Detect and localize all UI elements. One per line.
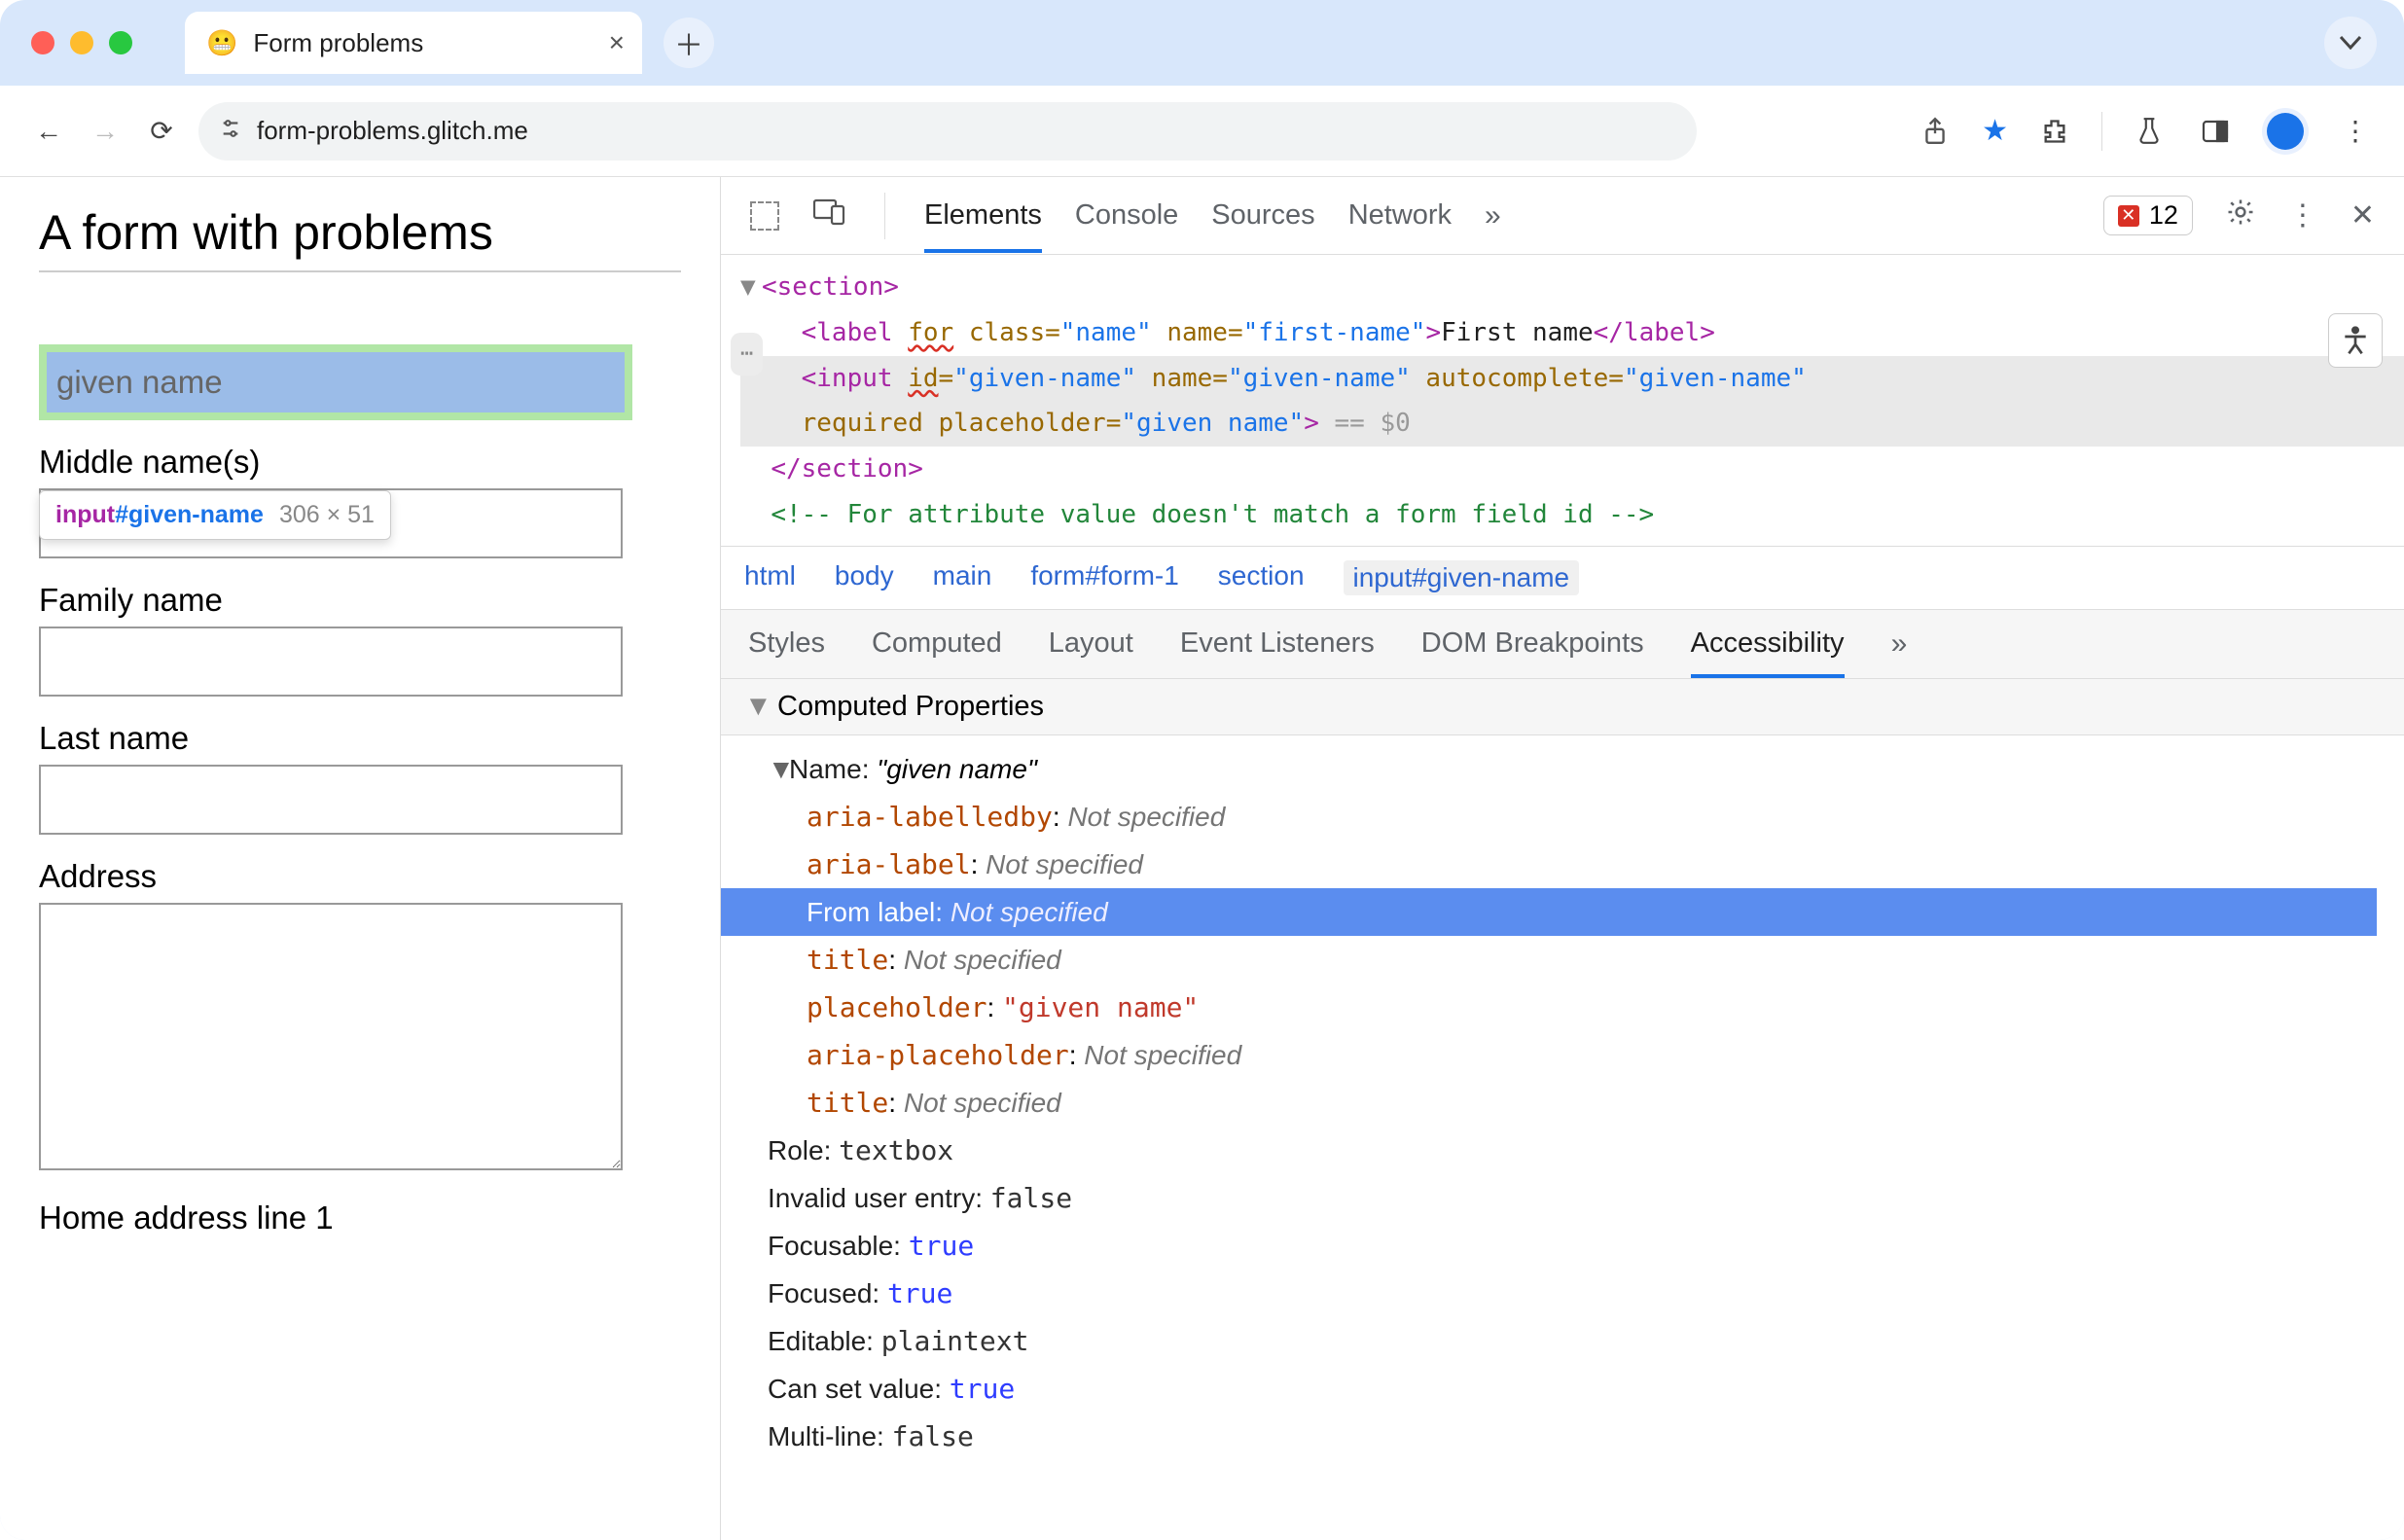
- devtools-tab-bar: Elements Console Sources Network » ✕ 12 …: [721, 177, 2404, 255]
- tab-title: Form problems: [253, 28, 423, 58]
- browser-toolbar: ← → ⟳ form-problems.glitch.me ★: [0, 86, 2404, 177]
- back-icon[interactable]: ←: [29, 112, 68, 151]
- subtab-computed[interactable]: Computed: [872, 627, 1002, 661]
- reload-icon[interactable]: ⟳: [142, 112, 181, 151]
- crumb-html[interactable]: html: [744, 560, 796, 595]
- dom-tree[interactable]: ⋯ ▼<section> <label for class="name" nam…: [721, 255, 2404, 546]
- close-window-icon[interactable]: [31, 31, 54, 54]
- tabs-menu-icon[interactable]: [2324, 17, 2377, 69]
- inspector-tooltip: input#given-name 306 × 51: [39, 490, 391, 540]
- crumb-body[interactable]: body: [835, 560, 894, 595]
- close-tab-icon[interactable]: ×: [609, 27, 625, 58]
- labs-icon[interactable]: [2130, 112, 2169, 151]
- profile-avatar[interactable]: [2262, 108, 2309, 155]
- subtabs-overflow-icon[interactable]: »: [1891, 627, 1908, 661]
- minimize-window-icon[interactable]: [70, 31, 93, 54]
- subtab-layout[interactable]: Layout: [1049, 627, 1133, 661]
- crumb-input[interactable]: input#given-name: [1344, 560, 1580, 595]
- computed-properties-header[interactable]: ▼Computed Properties: [721, 679, 2404, 735]
- subtab-styles[interactable]: Styles: [748, 627, 825, 661]
- crumb-main[interactable]: main: [933, 560, 992, 595]
- last-name-input[interactable]: [39, 765, 623, 835]
- subtab-listeners[interactable]: Event Listeners: [1180, 627, 1375, 661]
- label-middle-name: Middle name(s): [39, 444, 681, 481]
- forward-icon: →: [86, 112, 125, 151]
- crumb-form[interactable]: form#form-1: [1030, 560, 1178, 595]
- separator: [2101, 112, 2102, 151]
- tab-sources[interactable]: Sources: [1211, 199, 1314, 232]
- error-icon: ✕: [2118, 205, 2139, 227]
- family-name-input[interactable]: [39, 627, 623, 697]
- tab-favicon-icon: 😬: [206, 28, 237, 58]
- page-title: A form with problems: [39, 204, 681, 272]
- bookmark-icon[interactable]: ★: [1982, 114, 2008, 148]
- share-icon[interactable]: [1916, 112, 1955, 151]
- kebab-menu-icon[interactable]: ⋮: [2336, 112, 2375, 151]
- crumb-section[interactable]: section: [1218, 560, 1305, 595]
- url-text: form-problems.glitch.me: [257, 116, 528, 146]
- traffic-lights: [31, 31, 132, 54]
- accessibility-button-icon[interactable]: [2328, 313, 2383, 368]
- new-tab-button[interactable]: ＋: [664, 18, 714, 68]
- accessibility-properties: ▼Name: "given name" aria-labelledby: Not…: [721, 735, 2404, 1480]
- tabs-overflow-icon[interactable]: »: [1485, 199, 1501, 233]
- dom-breadcrumb[interactable]: html body main form#form-1 section input…: [721, 546, 2404, 609]
- devtools-menu-icon[interactable]: ⋮: [2288, 198, 2317, 233]
- label-family-name: Family name: [39, 582, 681, 619]
- extensions-icon[interactable]: [2035, 112, 2074, 151]
- device-mode-icon[interactable]: [812, 198, 845, 233]
- tab-strip: 😬 Form problems × ＋: [0, 0, 2404, 86]
- dom-ellipsis-icon[interactable]: ⋯: [731, 333, 763, 376]
- page-viewport: A form with problems input#given-name 30…: [0, 177, 720, 1540]
- error-count: 12: [2149, 200, 2178, 231]
- browser-tab[interactable]: 😬 Form problems ×: [185, 12, 642, 74]
- tab-network[interactable]: Network: [1348, 199, 1452, 232]
- error-badge[interactable]: ✕ 12: [2103, 196, 2193, 235]
- maximize-window-icon[interactable]: [109, 31, 132, 54]
- given-name-input[interactable]: given name: [47, 352, 625, 412]
- url-bar[interactable]: form-problems.glitch.me: [198, 102, 1697, 161]
- label-address: Address: [39, 858, 681, 895]
- subtab-dom-breakpoints[interactable]: DOM Breakpoints: [1421, 627, 1644, 661]
- inspect-mode-icon[interactable]: [750, 201, 779, 231]
- label-home-address-1: Home address line 1: [39, 1200, 681, 1236]
- label-last-name: Last name: [39, 720, 681, 757]
- address-textarea[interactable]: [39, 903, 623, 1170]
- devtools-panel: Elements Console Sources Network » ✕ 12 …: [720, 177, 2404, 1540]
- tab-console[interactable]: Console: [1075, 199, 1178, 232]
- subtab-accessibility[interactable]: Accessibility: [1691, 627, 1845, 678]
- settings-icon[interactable]: [2226, 197, 2255, 234]
- elements-subtabs: Styles Computed Layout Event Listeners D…: [721, 609, 2404, 679]
- site-settings-icon[interactable]: [220, 118, 241, 145]
- browser-window: 😬 Form problems × ＋ ← → ⟳ form-problems.…: [0, 0, 2404, 1540]
- devtools-close-icon[interactable]: ✕: [2350, 198, 2375, 233]
- tab-elements[interactable]: Elements: [924, 199, 1042, 253]
- panel-icon[interactable]: [2196, 112, 2235, 151]
- highlighted-element: given name: [39, 344, 632, 420]
